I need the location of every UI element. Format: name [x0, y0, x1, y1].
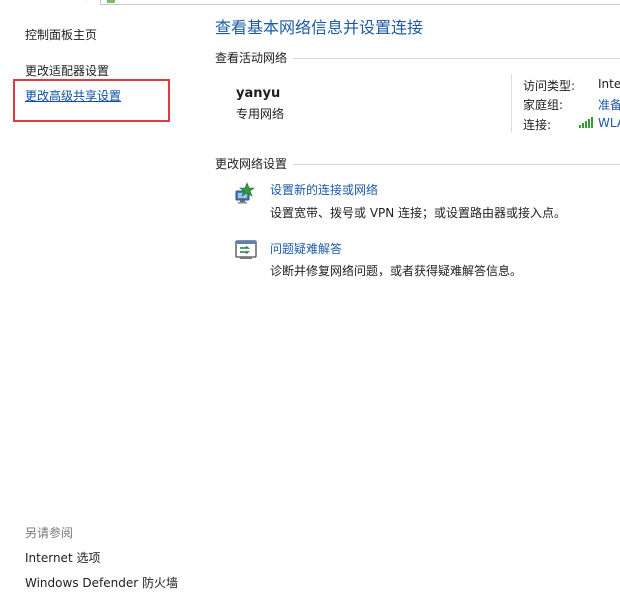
task-link-setup-new-connection[interactable]: 设置新的连接或网络 — [270, 181, 378, 198]
sidebar-link-change-adapter-settings[interactable]: 更改适配器设置 — [25, 63, 109, 79]
access-type-label: 访问类型: — [523, 79, 576, 93]
sidebar: 控制面板主页 更改适配器设置 更改高级共享设置 另请参阅 Internet 选项… — [0, 0, 205, 599]
task-desc-troubleshoot-problems: 诊断并修复网络问题，或者获得疑难解答信息。 — [270, 264, 523, 278]
connection-value-link[interactable]: WLA — [579, 116, 620, 130]
section-header-change-network-settings: 更改网络设置 — [215, 155, 620, 172]
page-title: 查看基本网络信息并设置连接 — [215, 18, 424, 37]
see-also-link-internet-options[interactable]: Internet 选项 — [25, 549, 100, 566]
network-name: yanyu — [236, 86, 281, 101]
homegroup-label: 家庭组: — [523, 98, 564, 112]
task-desc-setup-new-connection: 设置宽带、拨号或 VPN 连接；或设置路由器或接入点。 — [270, 206, 567, 220]
connection-value-text: WLA — [598, 116, 620, 130]
see-also-title: 另请参阅 — [25, 526, 74, 540]
section-header-label: 更改网络设置 — [215, 157, 288, 171]
access-type-value: Inte — [598, 77, 620, 91]
connection-label: 连接: — [523, 118, 552, 132]
section-header-active-networks: 查看活动网络 — [215, 49, 620, 66]
homegroup-value-link[interactable]: 准备 — [598, 96, 620, 113]
troubleshoot-icon — [235, 240, 257, 259]
section-header-label: 查看活动网络 — [215, 51, 288, 65]
network-sharing-center: › 控制面板主页 更改适配器设置 更改高级共享设置 另请参阅 Internet … — [0, 0, 620, 599]
section-divider — [293, 164, 620, 165]
highlight-annotation-box — [13, 79, 170, 122]
section-divider — [293, 58, 620, 59]
network-setup-icon — [235, 182, 255, 204]
see-also-link-windows-defender-firewall[interactable]: Windows Defender 防火墙 — [25, 574, 178, 591]
main-content: 查看基本网络信息并设置连接 查看活动网络 yanyu 专用网络 访问类型: In… — [215, 0, 620, 599]
network-type: 专用网络 — [236, 107, 285, 121]
task-link-troubleshoot-problems[interactable]: 问题疑难解答 — [270, 240, 342, 257]
network-details-divider — [511, 74, 512, 132]
wifi-signal-icon — [579, 117, 593, 128]
sidebar-link-control-panel-home[interactable]: 控制面板主页 — [25, 27, 97, 43]
